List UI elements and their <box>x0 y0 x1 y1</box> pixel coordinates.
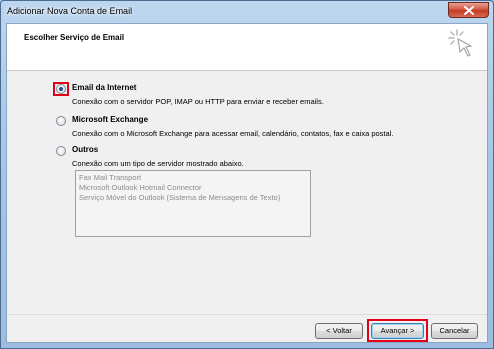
list-item[interactable]: Microsoft Outlook Hotmail Connector <box>79 183 202 192</box>
radio-outros[interactable] <box>56 146 66 156</box>
dialog-window: Adicionar Nova Conta de Email Escolher S… <box>0 0 494 349</box>
close-button[interactable] <box>448 2 489 18</box>
radio-microsoft-exchange[interactable] <box>56 116 66 126</box>
list-item[interactable]: Fax Mail Transport <box>79 173 141 182</box>
footer-divider <box>7 314 487 315</box>
wizard-sparkle-icon <box>448 29 473 57</box>
list-item[interactable]: Serviço Móvel do Outlook (Sistema de Men… <box>79 193 280 202</box>
title-bar[interactable]: Adicionar Nova Conta de Email <box>1 1 493 23</box>
page-title: Escolher Serviço de Email <box>24 33 125 42</box>
window-title: Adicionar Nova Conta de Email <box>7 6 133 16</box>
dialog-client-area: Escolher Serviço de Email Email da Inter… <box>6 23 488 343</box>
option-label-outros[interactable]: Outros <box>72 145 98 154</box>
option-desc-email-internet: Conexão com o servidor POP, IMAP ou HTTP… <box>72 97 324 106</box>
option-label-email-internet[interactable]: Email da Internet <box>72 83 136 92</box>
back-button[interactable]: < Voltar <box>315 323 363 339</box>
option-desc-outros: Conexão com um tipo de servidor mostrado… <box>72 159 244 168</box>
other-servers-listbox[interactable]: Fax Mail Transport Microsoft Outlook Hot… <box>75 170 311 237</box>
radio-email-internet[interactable] <box>56 84 66 94</box>
option-desc-microsoft-exchange: Conexão com o Microsoft Exchange para ac… <box>72 129 394 138</box>
wizard-header: Escolher Serviço de Email <box>7 24 487 71</box>
next-button[interactable]: Avançar > <box>371 323 424 339</box>
option-label-microsoft-exchange[interactable]: Microsoft Exchange <box>72 115 148 124</box>
cancel-button[interactable]: Cancelar <box>431 323 478 339</box>
close-icon <box>464 6 474 15</box>
